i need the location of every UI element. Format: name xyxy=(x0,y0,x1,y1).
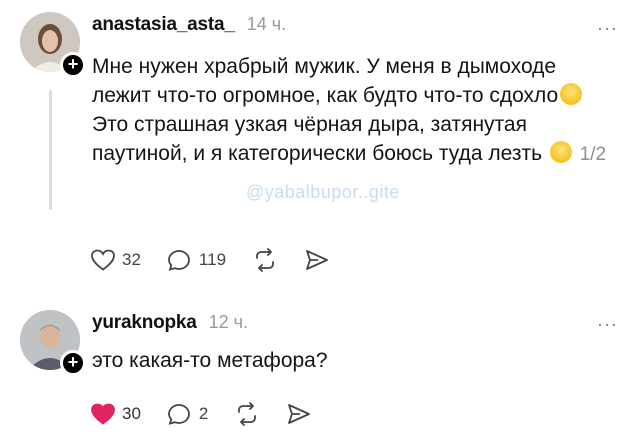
comment-button[interactable]: 2 xyxy=(167,398,208,430)
action-bar: 32 119 xyxy=(90,244,356,276)
avatar-container[interactable]: + xyxy=(20,310,86,376)
comment-bubble-icon xyxy=(168,250,190,271)
like-button[interactable]: 32 xyxy=(90,244,141,276)
heart-icon xyxy=(91,403,115,425)
heart-icon xyxy=(91,249,115,271)
like-count: 30 xyxy=(122,404,141,423)
post-header: anastasia_asta_ 14 ч. xyxy=(92,14,286,36)
repost-icon xyxy=(238,402,257,426)
post-text: это какая-то метафора? xyxy=(92,349,328,372)
post-text-part: Мне нужен храбрый мужик. У меня в дымохо… xyxy=(92,55,559,107)
comment-bubble-icon xyxy=(168,404,190,425)
fearful-face-emoji-icon xyxy=(560,83,583,105)
post-header: yuraknopka 12 ч. xyxy=(92,312,248,334)
username[interactable]: yuraknopka xyxy=(92,312,197,334)
timestamp: 14 ч. xyxy=(246,14,287,34)
thread-post: + anastasia_asta_ 14 ч. ··· Мне нужен хр… xyxy=(0,0,640,280)
post-text-part: Это страшная узкая чёрная дыра, затянута… xyxy=(92,113,548,165)
comment-count: 119 xyxy=(198,250,227,269)
more-options-button[interactable]: ··· xyxy=(597,314,618,335)
thread-post: + yuraknopka 12 ч. ··· это какая-то мета… xyxy=(0,290,640,444)
like-count: 32 xyxy=(122,250,141,269)
action-bar: 30 2 xyxy=(90,398,338,430)
comment-count: 2 xyxy=(198,404,209,423)
post-text: Мне нужен храбрый мужик. У меня в дымохо… xyxy=(92,52,612,169)
follow-button[interactable]: + xyxy=(60,350,86,376)
share-button[interactable] xyxy=(286,398,312,430)
more-options-button[interactable]: ··· xyxy=(597,18,618,39)
image-pager: 1/2 xyxy=(579,144,607,165)
send-icon xyxy=(288,404,311,424)
follow-button[interactable]: + xyxy=(60,52,86,78)
watermark: @yabalbupor..gite xyxy=(246,182,400,202)
repost-button[interactable] xyxy=(234,398,260,430)
like-button[interactable]: 30 xyxy=(90,398,141,430)
timestamp: 12 ч. xyxy=(208,312,249,332)
send-icon xyxy=(306,250,328,270)
repost-icon xyxy=(256,248,274,272)
grinning-sweat-emoji-icon xyxy=(549,141,572,163)
repost-button[interactable] xyxy=(252,244,278,276)
thread-line xyxy=(49,90,52,210)
share-button[interactable] xyxy=(304,244,330,276)
comment-button[interactable]: 119 xyxy=(167,244,226,276)
username[interactable]: anastasia_asta_ xyxy=(92,14,235,36)
avatar-container[interactable]: + xyxy=(20,12,86,78)
